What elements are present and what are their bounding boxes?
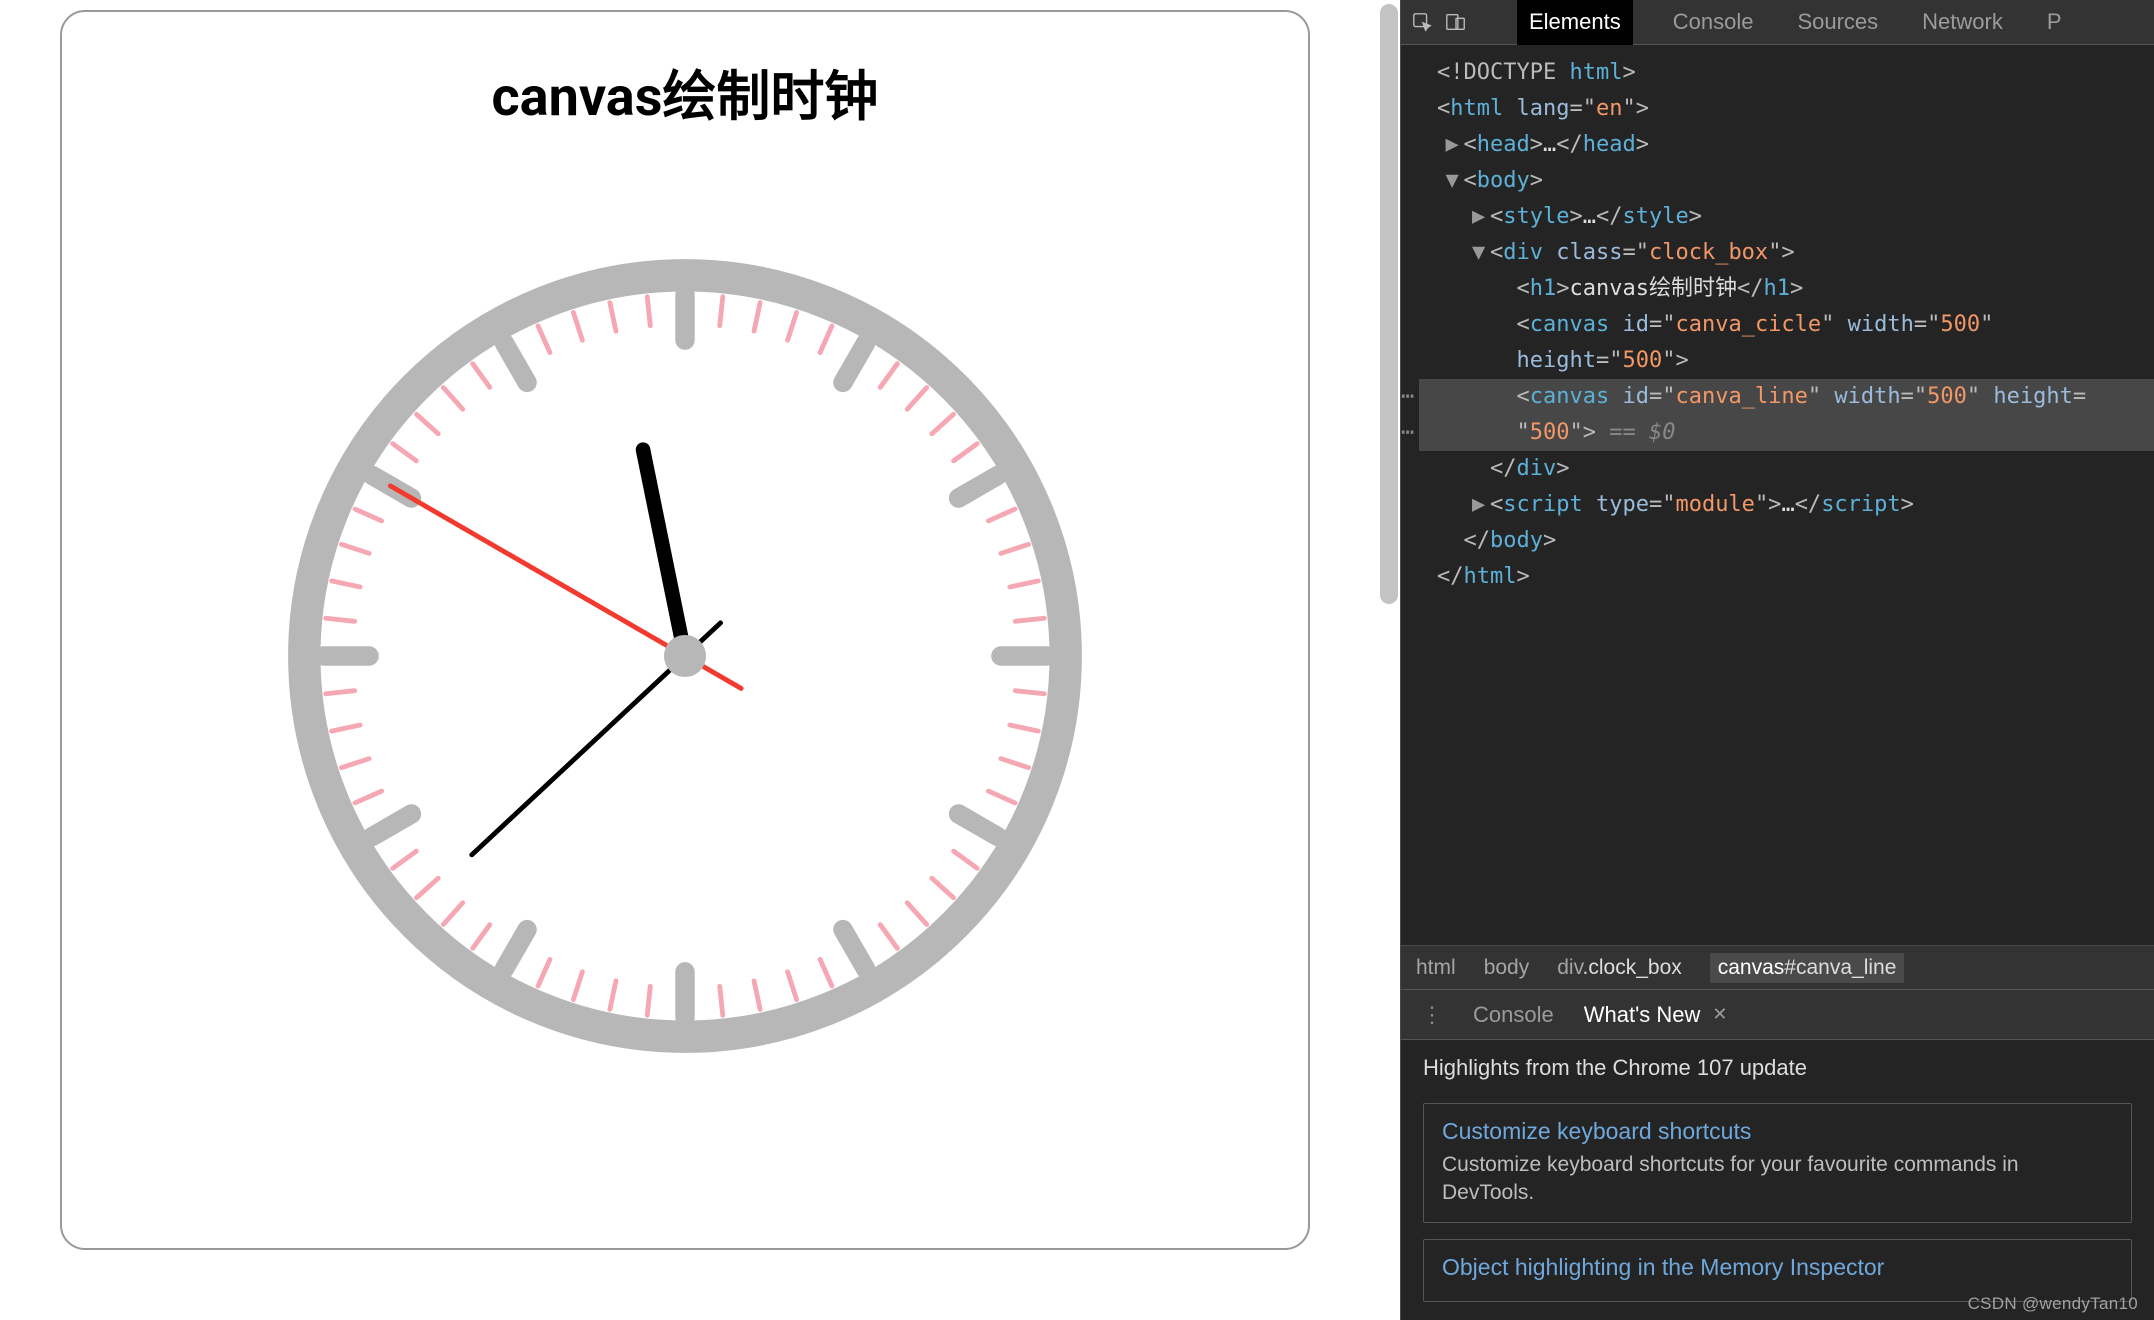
dom-row[interactable]: height="500"> — [1419, 343, 2154, 379]
inspect-icon[interactable] — [1411, 11, 1433, 33]
breadcrumb-item[interactable]: body — [1484, 956, 1530, 980]
dom-row[interactable]: </html> — [1419, 559, 2154, 595]
devtools-tab-console[interactable]: Console — [1669, 0, 1758, 45]
clock-box: canvas绘制时钟 — [60, 10, 1310, 1250]
page-title: canvas绘制时钟 — [492, 52, 879, 131]
dom-row[interactable]: <canvas id="canva_line" width="500" heig… — [1419, 379, 2154, 415]
device-toggle-icon[interactable] — [1445, 11, 1467, 33]
dom-row[interactable]: ▼<div class="clock_box"> — [1419, 235, 2154, 271]
devtools-tab-p[interactable]: P — [2043, 0, 2066, 45]
devtools-panel: Elements Console Sources Network P <!DOCTYPE… — [1400, 0, 2154, 1320]
devtools-tab-elements[interactable]: Elements — [1517, 0, 1633, 45]
dom-row[interactable]: <canvas id="canva_cicle" width="500" — [1419, 307, 2154, 343]
watermark: CSDN @wendyTan10 — [1968, 1294, 2138, 1314]
whatsnew-card[interactable]: Object highlighting in the Memory Inspec… — [1423, 1239, 2132, 1302]
drawer-tab-console[interactable]: Console — [1473, 1002, 1554, 1028]
breadcrumb-item[interactable]: canvas#canva_line — [1710, 953, 1905, 983]
kebab-icon[interactable]: ⋮ — [1421, 1002, 1443, 1028]
dom-row[interactable]: <html lang="en"> — [1419, 91, 2154, 127]
drawer-body: Highlights from the Chrome 107 update Cu… — [1401, 1040, 2154, 1320]
dom-row[interactable]: "500"> == $0 — [1419, 415, 2154, 451]
dom-row[interactable]: ▶<script type="module">…</script> — [1419, 487, 2154, 523]
dom-row[interactable]: ▼<body> — [1419, 163, 2154, 199]
drawer-headline: Highlights from the Chrome 107 update — [1423, 1055, 2132, 1081]
dom-row[interactable]: </div> — [1419, 451, 2154, 487]
breadcrumb-item[interactable]: html — [1416, 956, 1456, 980]
breadcrumb-item[interactable]: div.clock_box — [1557, 956, 1682, 980]
scrollbar[interactable] — [1380, 4, 1398, 604]
dom-row[interactable]: ▶<head>…</head> — [1419, 127, 2154, 163]
devtools-tab-sources[interactable]: Sources — [1793, 0, 1882, 45]
dom-row[interactable]: <h1>canvas绘制时钟</h1> — [1419, 271, 2154, 307]
devtools-tabbar: Elements Console Sources Network P — [1401, 0, 2154, 45]
dom-row[interactable]: ▶<style>…</style> — [1419, 199, 2154, 235]
page-viewport[interactable]: canvas绘制时钟 — [0, 0, 1400, 1320]
breadcrumb[interactable]: html body div.clock_box canvas#canva_line — [1401, 945, 2154, 990]
dom-tree[interactable]: <!DOCTYPE html> <html lang="en"> ▶<head>… — [1401, 45, 2154, 945]
dom-row[interactable]: <!DOCTYPE html> — [1419, 55, 2154, 91]
close-icon[interactable]: ✕ — [1712, 1004, 1727, 1025]
drawer-tab-whatsnew[interactable]: What's New — [1584, 1002, 1701, 1028]
drawer-tabs: ⋮ Console What's New ✕ — [1401, 990, 2154, 1040]
dom-row[interactable]: </body> — [1419, 523, 2154, 559]
clock-canvas — [280, 251, 1090, 1061]
whatsnew-card[interactable]: Customize keyboard shortcutsCustomize ke… — [1423, 1103, 2132, 1223]
devtools-tab-network[interactable]: Network — [1918, 0, 2007, 45]
